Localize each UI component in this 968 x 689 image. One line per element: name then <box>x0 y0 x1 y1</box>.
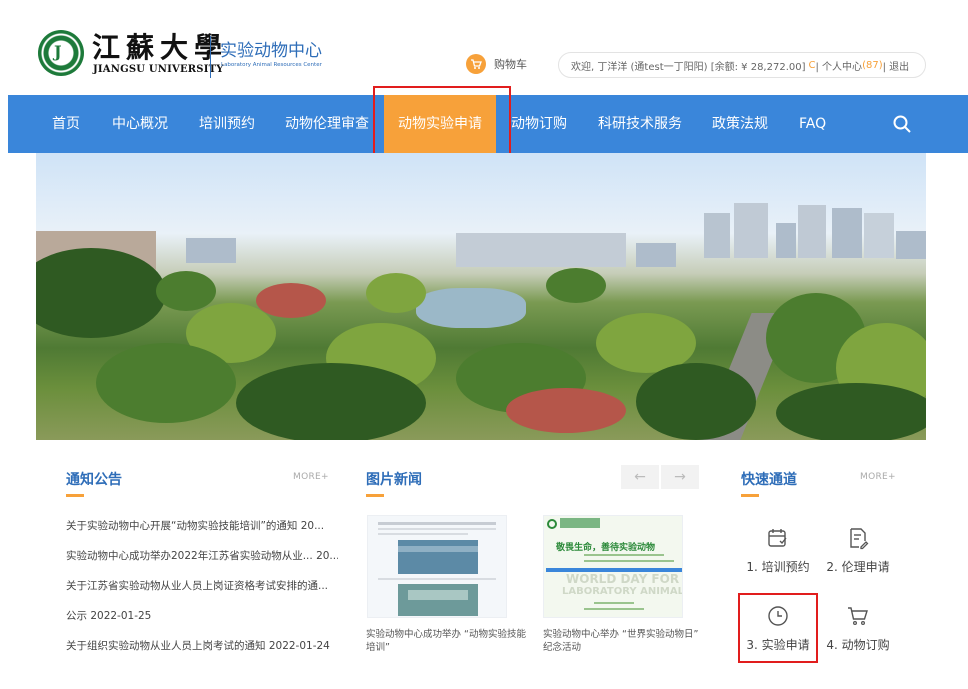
prev-arrow-icon[interactable]: ← <box>621 465 659 489</box>
notice-item[interactable]: 关于实验动物中心开展“动物实验技能培训”的通知 20... <box>66 518 338 533</box>
poster-title-line1: WORLD DAY FOR <box>566 572 680 586</box>
notice-item[interactable]: 实验动物中心成功举办2022年江苏省实验动物从业... 20... <box>66 548 338 563</box>
quick-link-ethics[interactable]: 2. 伦理申请 <box>820 526 896 575</box>
notices-title-underline <box>66 494 84 497</box>
notices-more-link[interactable]: MORE+ <box>293 472 329 482</box>
cart-icon <box>848 607 868 626</box>
university-name[interactable]: 江蘇大學 <box>92 26 228 66</box>
photo-news-thumbnail-lab-animal-day[interactable]: 敬畏生命，善待实验动物 WORLD DAY FOR LABORATORY ANI… <box>543 515 683 618</box>
personal-center-link[interactable]: | 个人中心 <box>816 58 863 73</box>
quick-channel-title-underline <box>741 494 759 497</box>
refresh-icon[interactable]: C <box>809 60 816 71</box>
poster-title-line2: LABORATORY ANIMALS <box>562 586 683 597</box>
quick-channel-title[interactable]: 快速通道 <box>741 469 797 489</box>
photo-news-caption[interactable]: 实验动物中心成功举办 “动物实验技能培训” <box>366 628 526 654</box>
notices-title[interactable]: 通知公告 <box>66 469 122 489</box>
photo-news-pager: ← → <box>621 465 699 489</box>
quick-link-label: 1. 培训预约 <box>746 560 810 574</box>
campus-banner-image <box>36 153 926 440</box>
cart-button[interactable]: 购物车 <box>466 52 527 76</box>
user-status-bar: 欢迎, 丁洋洋 (通test一丁阳阳) [余额: ¥ 28,272.00] C … <box>558 52 926 78</box>
university-name-en: JIANGSU UNIVERSITY <box>93 64 224 75</box>
calendar-icon <box>768 529 787 547</box>
logout-link[interactable]: | 退出 <box>883 58 910 73</box>
center-name[interactable]: 实验动物中心 <box>220 36 322 61</box>
quick-link-training[interactable]: 1. 培训预约 <box>740 526 816 575</box>
nav-item-animal-order[interactable]: 动物订购 <box>511 95 567 153</box>
quick-link-animal-order[interactable]: 4. 动物订购 <box>820 604 896 653</box>
logo-divider <box>210 36 211 78</box>
nav-item-overview[interactable]: 中心概况 <box>112 95 168 153</box>
photo-news-thumbnail-training[interactable] <box>367 515 507 618</box>
message-count-badge: (87) <box>862 59 883 71</box>
quick-link-highlight-box <box>738 593 818 663</box>
photo-news-title-underline <box>366 494 384 497</box>
quick-link-label: 4. 动物订购 <box>826 638 890 652</box>
photo-news-caption[interactable]: 实验动物中心举办 “世界实验动物日” 纪念活动 <box>543 628 703 654</box>
search-icon[interactable] <box>892 114 912 134</box>
center-name-en: Laboratory Animal Resources Center <box>221 62 322 68</box>
nav-item-policy[interactable]: 政策法规 <box>712 95 768 153</box>
notice-item[interactable]: 关于江苏省实验动物从业人员上岗证资格考试安排的通... <box>66 578 338 593</box>
nav-item-ethics-review[interactable]: 动物伦理审查 <box>285 95 369 153</box>
notice-item[interactable]: 关于组织实验动物从业人员上岗考试的通知 2022-01-24 <box>66 638 338 653</box>
welcome-text: 欢迎, 丁洋洋 (通test一丁阳阳) [余额: ¥ 28,272.00] <box>571 61 806 73</box>
nav-item-training[interactable]: 培训预约 <box>199 95 255 153</box>
nav-item-faq[interactable]: FAQ <box>799 95 826 153</box>
nav-item-home[interactable]: 首页 <box>52 95 80 153</box>
site-header: J 江蘇大學 JIANGSU UNIVERSITY 实验动物中心 Laborat… <box>0 8 968 95</box>
seal-letter: J <box>54 42 62 61</box>
photo-news-title[interactable]: 图片新闻 <box>366 469 422 489</box>
notice-item[interactable]: 公示 2022-01-25 <box>66 608 338 623</box>
cart-label: 购物车 <box>494 58 527 71</box>
quick-channel-more-link[interactable]: MORE+ <box>860 472 896 482</box>
poster-slogan: 敬畏生命，善待实验动物 <box>556 543 656 553</box>
top-strip <box>0 0 968 8</box>
university-seal-icon[interactable]: J <box>38 30 84 76</box>
nav-item-research-services[interactable]: 科研技术服务 <box>598 95 682 153</box>
cart-icon <box>466 54 486 74</box>
document-edit-icon <box>850 528 869 550</box>
quick-link-label: 2. 伦理申请 <box>826 560 890 574</box>
next-arrow-icon[interactable]: → <box>661 465 699 489</box>
